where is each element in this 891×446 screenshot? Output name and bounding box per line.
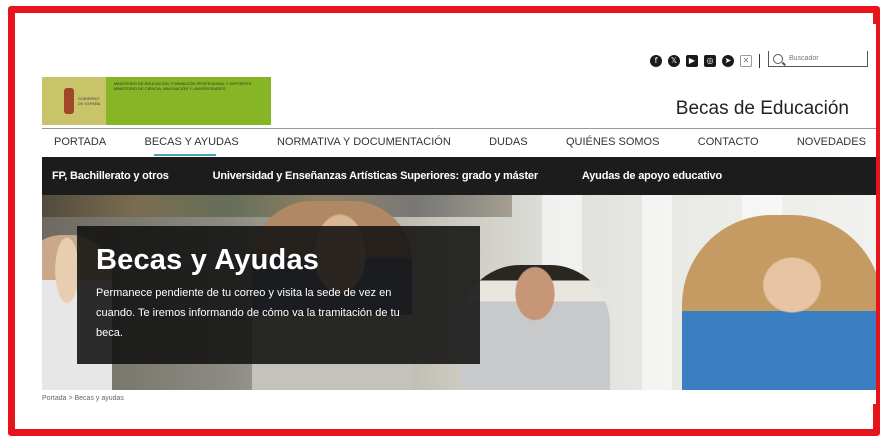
logo-left-text: GOBIERNO DE ESPAÑA	[77, 96, 101, 106]
nav-quienes-somos[interactable]: QUIÉNES SOMOS	[566, 136, 660, 148]
subnav-universidad[interactable]: Universidad y Enseñanzas Artísticas Supe…	[213, 170, 538, 182]
search-icon[interactable]	[773, 53, 783, 64]
site-title[interactable]: Becas de Educación	[676, 98, 849, 120]
x-twitter-icon[interactable]: 𝕏	[668, 55, 680, 67]
sub-nav: FP, Bachillerato y otros Universidad y E…	[42, 157, 876, 195]
breadcrumb[interactable]: Portada > Becas y ayudas	[42, 395, 124, 402]
subnav-fp-bachillerato[interactable]: FP, Bachillerato y otros	[52, 170, 169, 182]
search-box[interactable]	[768, 51, 868, 67]
main-nav: PORTADA BECAS Y AYUDAS NORMATIVA Y DOCUM…	[42, 128, 876, 154]
social-links: f 𝕏 ▶ ◎ ➤ ✕	[650, 54, 752, 68]
instagram-icon[interactable]: ◎	[704, 55, 716, 67]
hero-textbox: Becas y Ayudas Permanece pendiente de tu…	[77, 226, 480, 364]
subnav-apoyo-educativo[interactable]: Ayudas de apoyo educativo	[582, 170, 722, 182]
telegram-icon[interactable]: ➤	[722, 55, 734, 67]
student-figure	[460, 265, 610, 390]
page: f 𝕏 ▶ ◎ ➤ ✕ GOBIERNO DE ESPAÑA MINISTERI…	[30, 24, 876, 404]
logo-ministry-text: MINISTERIO DE EDUCACIÓN, FORMACIÓN PROFE…	[113, 81, 252, 91]
nav-active-indicator	[154, 154, 216, 156]
nav-becas-ayudas[interactable]: BECAS Y AYUDAS	[145, 136, 239, 148]
divider	[759, 54, 760, 68]
nav-contacto[interactable]: CONTACTO	[698, 136, 759, 148]
hero-title: Becas y Ayudas	[96, 244, 320, 276]
student-figure	[682, 215, 876, 390]
hero-banner: Becas y Ayudas Permanece pendiente de tu…	[42, 195, 876, 390]
logo-emblem: GOBIERNO DE ESPAÑA	[42, 77, 106, 125]
facebook-icon[interactable]: f	[650, 55, 662, 67]
nav-novedades[interactable]: NOVEDADES	[797, 136, 866, 148]
nav-dudas[interactable]: DUDAS	[489, 136, 528, 148]
government-logo[interactable]: GOBIERNO DE ESPAÑA MINISTERIO DE EDUCACI…	[42, 77, 271, 125]
youtube-icon[interactable]: ▶	[686, 55, 698, 67]
window-light	[642, 195, 672, 390]
nav-portada[interactable]: PORTADA	[54, 136, 106, 148]
hero-description: Permanece pendiente de tu correo y visit…	[96, 287, 400, 339]
coat-of-arms-icon	[64, 88, 74, 114]
flickr-icon[interactable]: ✕	[740, 55, 752, 67]
search-input[interactable]	[789, 55, 859, 62]
nav-normativa[interactable]: NORMATIVA Y DOCUMENTACIÓN	[277, 136, 451, 148]
